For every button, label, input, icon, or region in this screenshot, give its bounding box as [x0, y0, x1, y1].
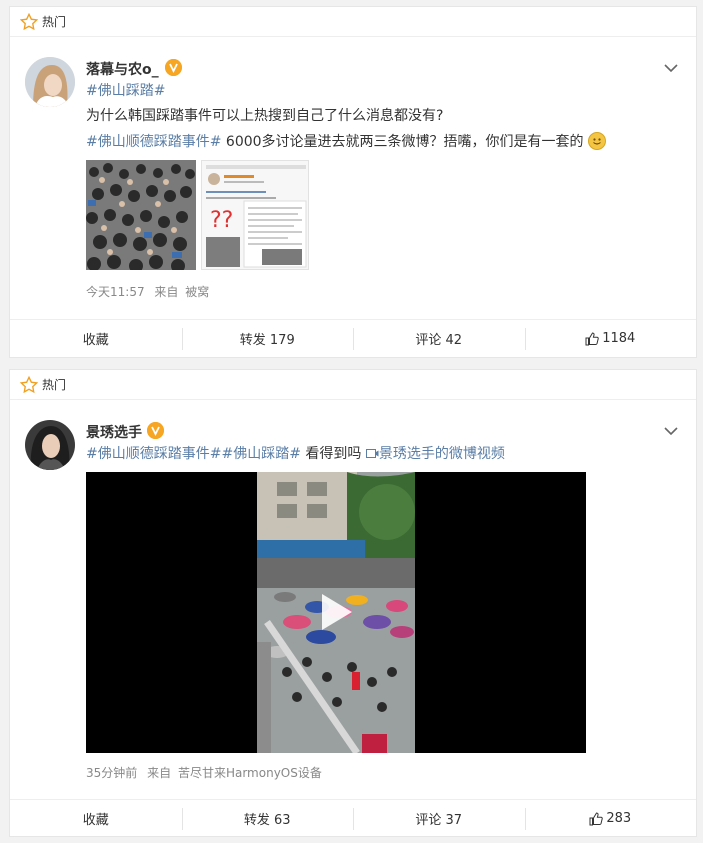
thumbs-up-icon: [585, 331, 599, 345]
action-bar: 收藏 转发 63 评论 37 283: [10, 799, 696, 837]
like-button[interactable]: 283: [524, 800, 697, 837]
favorite-button[interactable]: 收藏: [10, 800, 182, 837]
post-topic[interactable]: #佛山踩踏#: [86, 81, 165, 101]
hot-header: 热门: [10, 7, 696, 37]
like-button[interactable]: 1184: [524, 320, 697, 357]
comment-label: 评论 42: [415, 333, 463, 348]
video-player[interactable]: [86, 472, 586, 753]
repost-button[interactable]: 转发 179: [181, 320, 354, 357]
post-source: 苦尽甘来HarmonyOS设备: [177, 766, 322, 780]
hot-label: 热门: [42, 378, 67, 392]
hot-star-icon: [20, 12, 38, 30]
post-text: #佛山顺德踩踏事件##佛山踩踏# 看得到吗 景琇选手的微博视频: [86, 444, 505, 464]
action-bar: 收藏 转发 179 评论 42 1184: [10, 319, 696, 357]
post-image-screenshot[interactable]: ??: [201, 160, 309, 270]
vip-badge-icon: [147, 422, 164, 439]
post-card: 热门 景琇选手 #佛山顺德踩踏事件##佛山踩踏# 看得到吗 景琇选手的微博视频: [9, 369, 697, 837]
from-label: 来自: [154, 285, 179, 299]
username[interactable]: 落幕与农o_: [86, 59, 159, 79]
repost-button[interactable]: 转发 63: [181, 800, 354, 837]
from-label: 来自: [147, 766, 172, 780]
hot-label: 热门: [42, 15, 67, 29]
video-icon: [365, 449, 379, 458]
like-count: 283: [606, 811, 632, 826]
post-text-body: 看得到吗: [300, 446, 366, 462]
username[interactable]: 景琇选手: [86, 422, 142, 442]
post-meta: 35分钟前 来自 苦尽甘来HarmonyOS设备: [86, 764, 322, 781]
repost-label: 转发 63: [243, 813, 291, 828]
like-count: 1184: [602, 331, 636, 346]
svg-text:??: ??: [210, 208, 233, 233]
post-image-crowd[interactable]: [86, 160, 196, 270]
favorite-label: 收藏: [82, 813, 109, 828]
repost-label: 转发 179: [239, 333, 295, 348]
post-topic-link[interactable]: #佛山踩踏#: [221, 446, 300, 462]
comment-label: 评论 37: [415, 813, 463, 828]
hot-star-icon: [20, 375, 38, 393]
smile-emoji-icon: [588, 132, 606, 150]
hot-header: 热门: [10, 370, 696, 400]
post-card: 热门 落幕与农o_ #佛山踩踏# 为什么韩国踩踏事件可以上热搜到自己了什么消息都…: [9, 6, 697, 358]
video-link-label: 景琇选手的微博视频: [378, 446, 505, 462]
favorite-button[interactable]: 收藏: [10, 320, 182, 357]
post-source: 被窝: [185, 285, 210, 299]
comment-button[interactable]: 评论 42: [353, 320, 525, 357]
chevron-down-icon[interactable]: [664, 426, 678, 436]
avatar[interactable]: [25, 420, 75, 470]
post-topic-link[interactable]: #佛山顺德踩踏事件#: [86, 134, 221, 150]
avatar[interactable]: [25, 57, 75, 107]
post-meta: 今天11:57 来自 被窝: [86, 283, 209, 300]
post-text: 为什么韩国踩踏事件可以上热搜到自己了什么消息都没有?: [86, 108, 444, 124]
post-time[interactable]: 今天11:57: [86, 285, 145, 299]
favorite-label: 收藏: [82, 333, 109, 348]
video-link[interactable]: 景琇选手的微博视频: [365, 446, 505, 462]
post-text-continued: 6000多讨论量进去就两三条微博？捂嘴，你们是有一套的: [221, 134, 584, 150]
post-topic-link[interactable]: #佛山顺德踩踏事件#: [86, 446, 221, 462]
post-text-line2: #佛山顺德踩踏事件# 6000多讨论量进去就两三条微博？捂嘴，你们是有一套的: [86, 132, 606, 152]
thumbs-up-icon: [589, 811, 604, 825]
chevron-down-icon[interactable]: [664, 63, 678, 73]
comment-button[interactable]: 评论 37: [353, 800, 525, 837]
post-time[interactable]: 35分钟前: [86, 766, 137, 780]
vip-badge-icon: [165, 59, 182, 76]
